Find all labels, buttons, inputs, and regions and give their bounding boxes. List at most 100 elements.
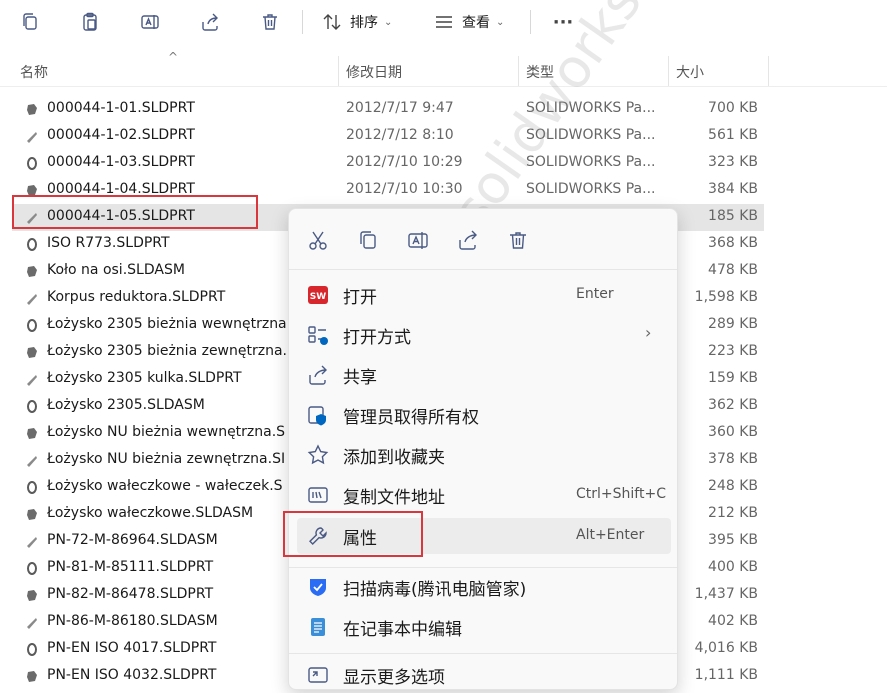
solidworks-file-icon: [26, 481, 38, 494]
menu-item-add-favorites[interactable]: 添加到收藏夹: [297, 437, 671, 473]
solidworks-file-icon: [26, 238, 38, 251]
column-size[interactable]: 大小: [676, 62, 704, 82]
menu-item-open-with[interactable]: 打开方式 ›: [297, 317, 671, 353]
rename-icon[interactable]: [138, 8, 162, 36]
file-size: 384 KB: [708, 181, 758, 197]
view-label: 查看: [462, 15, 490, 31]
context-menu: SW 打开 Enter 打开方式 › 共享 管理员取得所有权 添加到收藏夹 复制…: [288, 208, 678, 690]
solidworks-file-icon: [26, 400, 38, 413]
file-name: 000044-1-03.SLDPRT: [47, 154, 195, 170]
copy-icon[interactable]: [357, 229, 379, 251]
file-size: 185 KB: [708, 208, 758, 224]
menu-item-copy-path[interactable]: 复制文件地址 Ctrl+Shift+C: [297, 477, 671, 513]
chevron-down-icon: ⌄: [496, 16, 505, 28]
solidworks-file-icon: [26, 643, 38, 656]
file-date: 2012/7/12 8:10: [346, 127, 454, 143]
file-row[interactable]: 000044-1-02.SLDPRT 2012/7/12 8:10 SOLIDWOR…: [12, 123, 764, 150]
column-divider[interactable]: [338, 56, 339, 86]
menu-item-open[interactable]: SW 打开 Enter: [297, 277, 671, 313]
tencent-shield-icon: [307, 576, 329, 598]
menu-item-label: 打开: [343, 288, 377, 308]
column-name[interactable]: 名称: [20, 62, 48, 82]
toolbar-divider: [302, 10, 303, 34]
file-size: 360 KB: [708, 424, 758, 440]
command-bar: 排序 ⌄ 查看 ⌄ ···: [0, 0, 887, 44]
solidworks-file-icon: [26, 292, 38, 305]
rename-icon[interactable]: [407, 229, 429, 251]
sort-button[interactable]: 排序 ⌄: [322, 8, 392, 36]
toolbar-divider: [530, 10, 531, 34]
menu-item-label: 共享: [343, 368, 377, 388]
selected-file-highlight: [12, 195, 258, 229]
file-size: 700 KB: [708, 100, 758, 116]
file-name: Łożysko wałeczkowe - wałeczek.S: [47, 478, 283, 494]
file-date: 2012/7/10 10:30: [346, 181, 463, 197]
file-size: 4,016 KB: [694, 640, 758, 656]
file-size: 1,437 KB: [694, 586, 758, 602]
delete-icon[interactable]: [507, 229, 529, 251]
solidworks-file-icon: [26, 265, 38, 278]
context-menu-quick-actions: [289, 209, 677, 270]
file-size: 561 KB: [708, 127, 758, 143]
file-name: PN-82-M-86478.SLDPRT: [47, 586, 214, 602]
paste-icon[interactable]: [78, 8, 102, 36]
file-name: Koło na osi.SLDASM: [47, 262, 185, 278]
solidworks-file-icon: [26, 103, 38, 116]
solidworks-file-icon: [26, 616, 38, 629]
menu-item-take-ownership[interactable]: 管理员取得所有权: [297, 397, 671, 433]
file-type: SOLIDWORKS Pa...: [526, 127, 656, 143]
file-size: 212 KB: [708, 505, 758, 521]
menu-item-shortcut: Alt+Enter: [576, 527, 645, 543]
file-row[interactable]: 000044-1-01.SLDPRT 2012/7/17 9:47 SOLIDWOR…: [12, 96, 764, 123]
menu-item-shortcut: Ctrl+Shift+C: [576, 486, 666, 502]
file-type: SOLIDWORKS Pa...: [526, 154, 656, 170]
delete-icon[interactable]: [258, 8, 282, 36]
menu-item-label: 复制文件地址: [343, 488, 445, 508]
file-date: 2012/7/17 9:47: [346, 100, 454, 116]
more-button[interactable]: ···: [548, 8, 578, 36]
file-name: 000044-1-02.SLDPRT: [47, 127, 195, 143]
copy-icon[interactable]: [18, 8, 42, 36]
file-size: 400 KB: [708, 559, 758, 575]
file-size: 289 KB: [708, 316, 758, 332]
solidworks-file-icon: [26, 454, 38, 467]
menu-item-edit-notepad[interactable]: 在记事本中编辑: [297, 609, 671, 645]
solidworks-file-icon: [26, 130, 38, 143]
menu-item-virus-scan[interactable]: 扫描病毒(腾讯电脑管家): [297, 569, 671, 605]
share-icon[interactable]: [457, 229, 479, 251]
menu-item-share[interactable]: 共享: [297, 357, 671, 393]
view-button[interactable]: 查看 ⌄: [434, 8, 504, 36]
file-name: Łożysko 2305.SLDASM: [47, 397, 205, 413]
solidworks-file-icon: [26, 346, 38, 359]
solidworks-file-icon: [26, 319, 38, 332]
sort-icon: [323, 14, 341, 30]
admin-shield-icon: [307, 404, 329, 426]
file-name: Łożysko 2305 bieżnia zewnętrzna.: [47, 343, 287, 359]
star-icon: [307, 444, 329, 466]
menu-item-label: 在记事本中编辑: [343, 620, 462, 640]
menu-item-label: 扫描病毒(腾讯电脑管家): [343, 580, 527, 600]
file-name: PN-86-M-86180.SLDASM: [47, 613, 218, 629]
svg-text:SW: SW: [310, 292, 326, 302]
menu-item-more-options[interactable]: 显示更多选项: [297, 657, 671, 693]
share-icon[interactable]: [198, 8, 222, 36]
share-icon: [307, 364, 329, 386]
column-divider[interactable]: [518, 56, 519, 86]
menu-item-label: 管理员取得所有权: [343, 408, 479, 428]
column-type[interactable]: 类型: [526, 62, 554, 82]
solidworks-file-icon: [26, 535, 38, 548]
solidworks-file-icon: [26, 427, 38, 440]
file-size: 395 KB: [708, 532, 758, 548]
column-divider[interactable]: [768, 56, 769, 86]
menu-item-label: 添加到收藏夹: [343, 448, 445, 468]
column-date[interactable]: 修改日期: [346, 62, 402, 82]
file-row[interactable]: 000044-1-03.SLDPRT 2012/7/10 10:29 SOLIDWO…: [12, 150, 764, 177]
cut-icon[interactable]: [307, 229, 329, 251]
file-size: 223 KB: [708, 343, 758, 359]
file-name: PN-81-M-85111.SLDPRT: [47, 559, 214, 575]
file-name: Łożysko 2305 bieżnia wewnętrzna: [47, 316, 287, 332]
copy-path-icon: [307, 484, 329, 506]
file-name: PN-EN ISO 4032.SLDPRT: [47, 667, 217, 683]
column-divider[interactable]: [668, 56, 669, 86]
file-type: SOLIDWORKS Pa...: [526, 181, 656, 197]
